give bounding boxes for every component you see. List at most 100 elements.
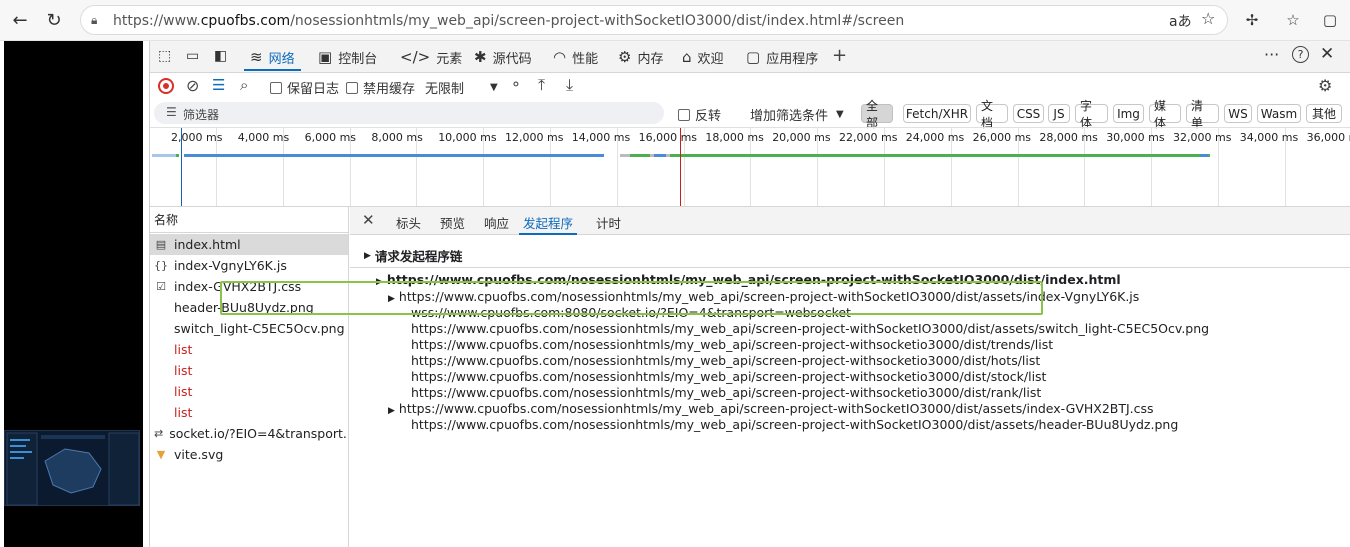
filter-type-img[interactable]: Img (1113, 104, 1144, 123)
initiator-row[interactable]: https://www.cpuofbs.com/nosessionhtmls/m… (411, 337, 1053, 352)
tab-initiator[interactable]: 发起程序 (519, 213, 578, 235)
request-name: list (174, 363, 193, 378)
request-row[interactable]: list (150, 339, 348, 360)
tab-elements[interactable]: </> 元素 (394, 45, 468, 69)
network-conditions-icon[interactable]: ⚬ (510, 77, 522, 93)
code-icon: </> (400, 48, 431, 66)
request-row[interactable]: switch_light-C5EC5Ocv.png (150, 318, 348, 339)
export-har-icon[interactable]: ⤓ (566, 75, 573, 95)
tab-timing[interactable]: 计时 (596, 213, 621, 235)
filter-type-fetch-xhr[interactable]: Fetch/XHR (903, 104, 971, 123)
timeline-tick-label: 6,000 ms (304, 131, 357, 144)
timeline-bar (654, 154, 666, 157)
initiator-chain-header[interactable]: ▶ 请求发起程序链 (350, 244, 1350, 268)
filter-type-doc[interactable]: 文档 (976, 99, 1008, 130)
request-row[interactable]: list (150, 360, 348, 381)
search-icon[interactable]: ⌕ (240, 76, 248, 94)
timeline-tick-label: 24,000 ms (905, 131, 965, 144)
name-column-header[interactable]: 名称 (150, 207, 349, 233)
more-filters-dropdown[interactable]: 增加筛选条件 ▼ (750, 105, 844, 124)
filter-row: ☰ 筛选器 反转 增加筛选条件 ▼ 全部 Fetch/XHR 文档 CSS JS … (150, 99, 1350, 130)
tab-memory[interactable]: ⚙ 内存 (612, 45, 669, 69)
request-name: switch_light-C5EC5Ocv.png (174, 321, 345, 336)
filter-type-js[interactable]: JS (1048, 104, 1070, 123)
inspect-icon[interactable]: ⬚ (158, 48, 171, 64)
timeline-tick-label: 2,000 ms (171, 131, 223, 144)
initiator-chain-title: 请求发起程序链 (374, 249, 463, 264)
invert-checkbox[interactable]: 反转 (678, 105, 721, 124)
timeline-tick-label: 32,000 ms (1173, 131, 1232, 144)
request-list: 名称 ▤ index.html{} index-VgnyLY6K.js ☑ index-… (150, 207, 349, 547)
extensions-icon[interactable]: ✢ (1242, 10, 1262, 30)
request-name: list (174, 384, 193, 399)
filter-type-all[interactable]: 全部 (861, 99, 893, 130)
initiator-row[interactable]: https://www.cpuofbs.com/nosessionhtmls/m… (411, 385, 1041, 400)
arrow-left-icon: ← (12, 9, 28, 31)
network-settings-gear-icon[interactable]: ⚙ (1318, 76, 1332, 95)
favorite-star-icon[interactable]: ☆ (1201, 9, 1215, 28)
filter-type-manifest[interactable]: 清单 (1186, 99, 1219, 130)
filter-input[interactable]: ☰ 筛选器 (154, 102, 664, 124)
checkbox-box[interactable] (678, 108, 690, 121)
tab-response[interactable]: 响应 (484, 213, 509, 235)
app-icon: ▢ (746, 48, 761, 66)
filter-type-ws[interactable]: WS (1224, 104, 1252, 123)
chip-icon: ⚙ (618, 48, 632, 66)
initiator-row[interactable]: ▶ https://www.cpuofbs.com/nosessionhtmls/… (388, 401, 1154, 416)
request-row[interactable]: {} index-VgnyLY6K.js (150, 255, 348, 276)
filter-type-media[interactable]: 媒体 (1149, 99, 1181, 130)
record-icon[interactable] (158, 78, 174, 94)
read-aloud-icon[interactable]: aあ (1169, 11, 1192, 31)
timeline-overview[interactable]: 2,000 ms 4,000 ms 6,000 ms 8,000 ms 10,000 m… (150, 127, 1350, 207)
add-tab-icon[interactable]: + (832, 45, 847, 66)
tab-welcome[interactable]: ⌂ 欢迎 (676, 45, 730, 69)
filter-type-font[interactable]: 字体 (1075, 99, 1108, 130)
close-detail-icon[interactable]: ✕ (362, 211, 375, 229)
refresh-button[interactable]: ↻ (42, 8, 66, 32)
help-icon[interactable]: ? (1292, 46, 1309, 63)
tab-network[interactable]: ≋ 网络 (244, 45, 301, 71)
back-button[interactable]: ← (8, 8, 32, 32)
request-row[interactable]: ▤ index.html (150, 234, 348, 255)
collections-icon[interactable]: ▢ (1320, 10, 1340, 30)
import-har-icon[interactable]: ⤒ (538, 75, 545, 95)
initiator-row[interactable]: https://www.cpuofbs.com/nosessionhtmls/m… (411, 321, 1209, 336)
request-name: index-VgnyLY6K.js (174, 258, 287, 273)
more-options-icon[interactable]: ··· (1264, 45, 1279, 64)
chevron-down-icon: ▼ (490, 82, 498, 93)
device-emulation-icon[interactable]: ▭ (186, 48, 199, 64)
tab-application[interactable]: ▢ 应用程序 (740, 45, 824, 69)
preserve-log-checkbox[interactable]: 保留日志 (270, 78, 339, 97)
wifi-icon: ≋ (250, 48, 263, 66)
request-row[interactable]: ⇄ socket.io/?EIO=4&transport... (150, 423, 348, 444)
close-devtools-icon[interactable]: ✕ (1320, 44, 1334, 64)
request-row[interactable]: list (150, 402, 348, 423)
tab-preview[interactable]: 预览 (440, 213, 465, 235)
tab-sources[interactable]: ✱ 源代码 (468, 45, 538, 69)
devtools-tabbar: ⬚ ▭ ◧ ≋ 网络 ▣ 控制台 </> 元素 ✱ 源代码 ◠ 性能 ⚙ 内存 ⌂ 欢迎 ▢ 应… (150, 41, 1350, 73)
tab-label: 内存 (637, 51, 664, 67)
initiator-row[interactable]: https://www.cpuofbs.com/nosessionhtmls/m… (411, 353, 1040, 368)
throttle-select[interactable]: 无限制 ▼ (425, 78, 498, 97)
favorites-icon[interactable]: ☆ (1283, 10, 1303, 30)
filter-toggle-icon[interactable]: ☰ (212, 76, 225, 94)
disable-cache-checkbox[interactable]: 禁用缓存 (346, 78, 415, 97)
tab-headers[interactable]: 标头 (396, 213, 421, 235)
request-row[interactable]: ▼ vite.svg (150, 444, 348, 465)
url-prefix: https://www. (113, 13, 201, 29)
request-row[interactable]: list (150, 381, 348, 402)
checkbox-box[interactable] (270, 81, 282, 94)
filter-type-css[interactable]: CSS (1013, 104, 1044, 123)
dock-icon[interactable]: ◧ (214, 48, 227, 64)
tab-console[interactable]: ▣ 控制台 (312, 45, 383, 69)
filter-type-wasm[interactable]: Wasm (1257, 104, 1301, 123)
checkbox-box[interactable] (346, 81, 358, 94)
filter-placeholder: 筛选器 (183, 108, 220, 122)
url-text[interactable]: https://www.cpuofbs.com/nosessionhtmls/m… (113, 13, 904, 29)
address-bar[interactable]: 🔒︎ https://www.cpuofbs.com/nosessionhtml… (80, 5, 1228, 35)
initiator-row[interactable]: https://www.cpuofbs.com/nosessionhtmls/m… (411, 417, 1178, 432)
tab-performance[interactable]: ◠ 性能 (547, 45, 604, 69)
initiator-row[interactable]: https://www.cpuofbs.com/nosessionhtmls/m… (411, 369, 1046, 384)
filter-type-other[interactable]: 其他 (1306, 104, 1342, 123)
clear-icon[interactable]: ⊘ (186, 76, 199, 95)
